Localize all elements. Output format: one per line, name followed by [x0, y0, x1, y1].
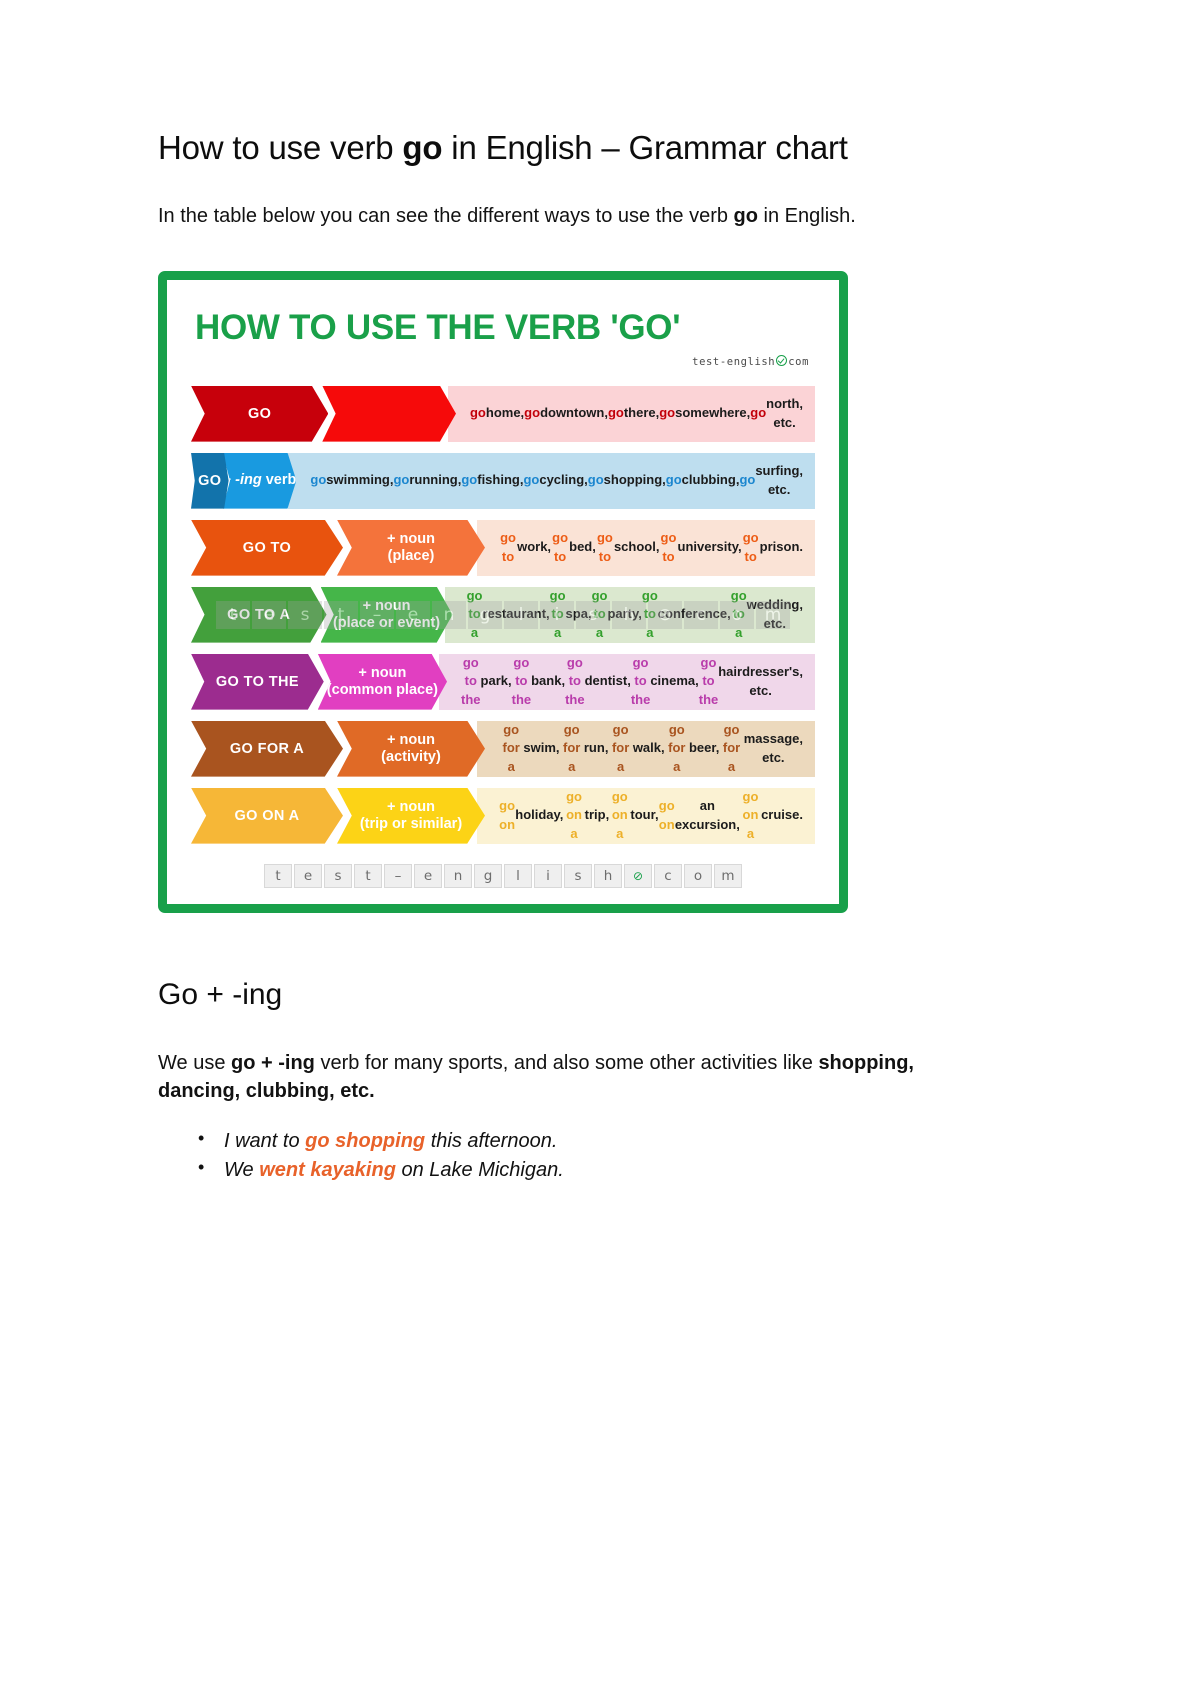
row-form-chevron: + noun (place)	[337, 519, 485, 576]
row-label-chevron: GO TO A	[191, 586, 327, 643]
row-label-chevron: GO ON A	[191, 787, 343, 844]
example-highlight: went kayaking	[259, 1158, 396, 1181]
brand-right: com	[788, 355, 809, 368]
footer-brand-letter: –	[384, 863, 412, 888]
row-form-line-1: + noun	[358, 664, 407, 681]
intro-bold: go	[733, 205, 758, 228]
infographic-title: HOW TO USE THE VERB 'GO'	[195, 307, 681, 347]
row-form-chevron: + -ing verb	[222, 452, 297, 509]
footer-brand-letter: g	[474, 863, 502, 888]
row-form-chevron	[322, 385, 456, 442]
intro-post: in English.	[757, 205, 856, 228]
intro-pre: In the table below you can see the diffe…	[158, 205, 734, 228]
footer-brand-letter: i	[534, 863, 562, 888]
row-examples: go for a swim, go for a run, go for a wa…	[477, 720, 815, 777]
row-examples: go swimming, go running, go fishing, go …	[288, 452, 815, 509]
chart-row: GO FOR A + noun (activity) go for a swim, g…	[191, 720, 815, 777]
example-highlight: go shopping	[305, 1130, 426, 1153]
check-circle-icon	[776, 354, 788, 366]
footer-brand-letter: e	[294, 863, 322, 888]
row-examples: go home, go downtown, go there, go somew…	[447, 385, 815, 442]
page-title-pre: How to use verb	[158, 129, 403, 166]
chart-row: GO TO + noun (place) go to work, go to bed,…	[191, 519, 815, 576]
row-examples: go on holiday, go on a trip, go on a tou…	[477, 787, 815, 844]
infographic-footer: t e s t – e n g l i s h ⊘ c o m	[167, 850, 839, 892]
row-form-line-2: (activity)	[381, 748, 441, 765]
row-form-chevron: + noun (place or event)	[320, 586, 453, 643]
footer-brand-letter: e	[414, 863, 442, 888]
article-content: How to use verb go in English – Grammar …	[158, 128, 958, 1184]
footer-brand-letter: o	[684, 863, 712, 888]
row-form-line-2: (common place)	[326, 681, 438, 698]
infographic-header: HOW TO USE THE VERB 'GO' test-english com	[167, 304, 839, 382]
body-pre: We use	[158, 1051, 231, 1074]
page-title-post: in English – Grammar chart	[442, 129, 848, 166]
intro-paragraph: In the table below you can see the diffe…	[158, 202, 958, 230]
row-form-line-1: + noun	[387, 798, 435, 815]
row-examples: go to the park, go to the bank, go to th…	[439, 653, 815, 710]
row-form-line-1: + noun	[362, 597, 411, 614]
list-item: We went kayaking on Lake Michigan.	[198, 1155, 958, 1184]
row-label-chevron: GO	[191, 385, 329, 442]
row-label-chevron: GO TO	[191, 519, 343, 576]
footer-brand-letter: c	[654, 863, 682, 888]
examples-list: I want to go shopping this afternoon.We …	[158, 1126, 958, 1184]
example-text-post: on Lake Michigan.	[395, 1158, 564, 1181]
body-mid: verb for many sports, and also some othe…	[314, 1051, 819, 1074]
footer-brand-letter: t	[354, 863, 382, 888]
row-form-line-1: + noun	[387, 731, 435, 748]
grammar-chart-infographic: HOW TO USE THE VERB 'GO' test-english com…	[158, 270, 848, 913]
row-form-chevron: + noun (activity)	[337, 720, 485, 777]
section-paragraph: We use go + -ing verb for many sports, a…	[158, 1049, 958, 1106]
chart-row: GO go home, go downtown, go there, go som…	[191, 385, 815, 442]
row-form-chevron: + noun (trip or similar)	[337, 787, 485, 844]
footer-brand-letter: h	[594, 863, 622, 888]
footer-brand-letter: t	[264, 863, 292, 888]
row-form-line-2: (place)	[387, 547, 435, 564]
document-page: How to use verb go in English – Grammar …	[0, 0, 1200, 1697]
section-title: Go + -ing	[158, 977, 283, 1011]
list-item: I want to go shopping this afternoon.	[198, 1126, 958, 1155]
example-text-post: this afternoon.	[425, 1130, 558, 1153]
chart-row: GO ON A + noun (trip or similar) go on holi…	[191, 787, 815, 844]
row-form-line-2: (trip or similar)	[359, 815, 463, 832]
example-text-pre: We	[224, 1158, 260, 1181]
footer-brand-letter: l	[504, 863, 532, 888]
chart-rows: GO go home, go downtown, go there, go som…	[167, 382, 839, 850]
row-form-line-1: + -ing verb	[222, 472, 297, 489]
chart-row: GO TO THE + noun (common place) go to the p…	[191, 653, 815, 710]
row-examples: go to a restaurant, go to a spa, go to a…	[444, 586, 815, 643]
chart-row: GO + -ing verb go swimming, go running, go…	[191, 452, 815, 509]
page-title-bold: go	[402, 129, 443, 166]
body-bold-1: go + -ing	[231, 1051, 315, 1074]
footer-brand-letter: ⊘	[624, 863, 652, 888]
brand-left: test-english	[692, 355, 776, 368]
footer-brand-letter: n	[444, 863, 472, 888]
example-text-pre: I want to	[224, 1130, 306, 1153]
row-examples: go to work, go to bed, go to school, go …	[477, 519, 815, 576]
page-title: How to use verb go in English – Grammar …	[158, 128, 958, 168]
footer-brand-letter: s	[564, 863, 592, 888]
row-form-line-2: (place or event)	[332, 614, 441, 631]
footer-brand-letter: m	[714, 863, 742, 888]
row-form-chevron: + noun (common place)	[317, 653, 448, 710]
row-form-line-1: + noun	[387, 530, 435, 547]
row-label-chevron: GO TO THE	[191, 653, 324, 710]
footer-brand-tiles: t e s t – e n g l i s h ⊘ c o m	[264, 863, 742, 888]
footer-brand-letter: s	[324, 863, 352, 888]
row-label-chevron: GO	[191, 452, 229, 509]
brand-logo: test-english com	[692, 354, 809, 368]
chart-row: GO TO A + noun (place or event) go to a res…	[191, 586, 815, 643]
row-label-chevron: GO FOR A	[191, 720, 343, 777]
